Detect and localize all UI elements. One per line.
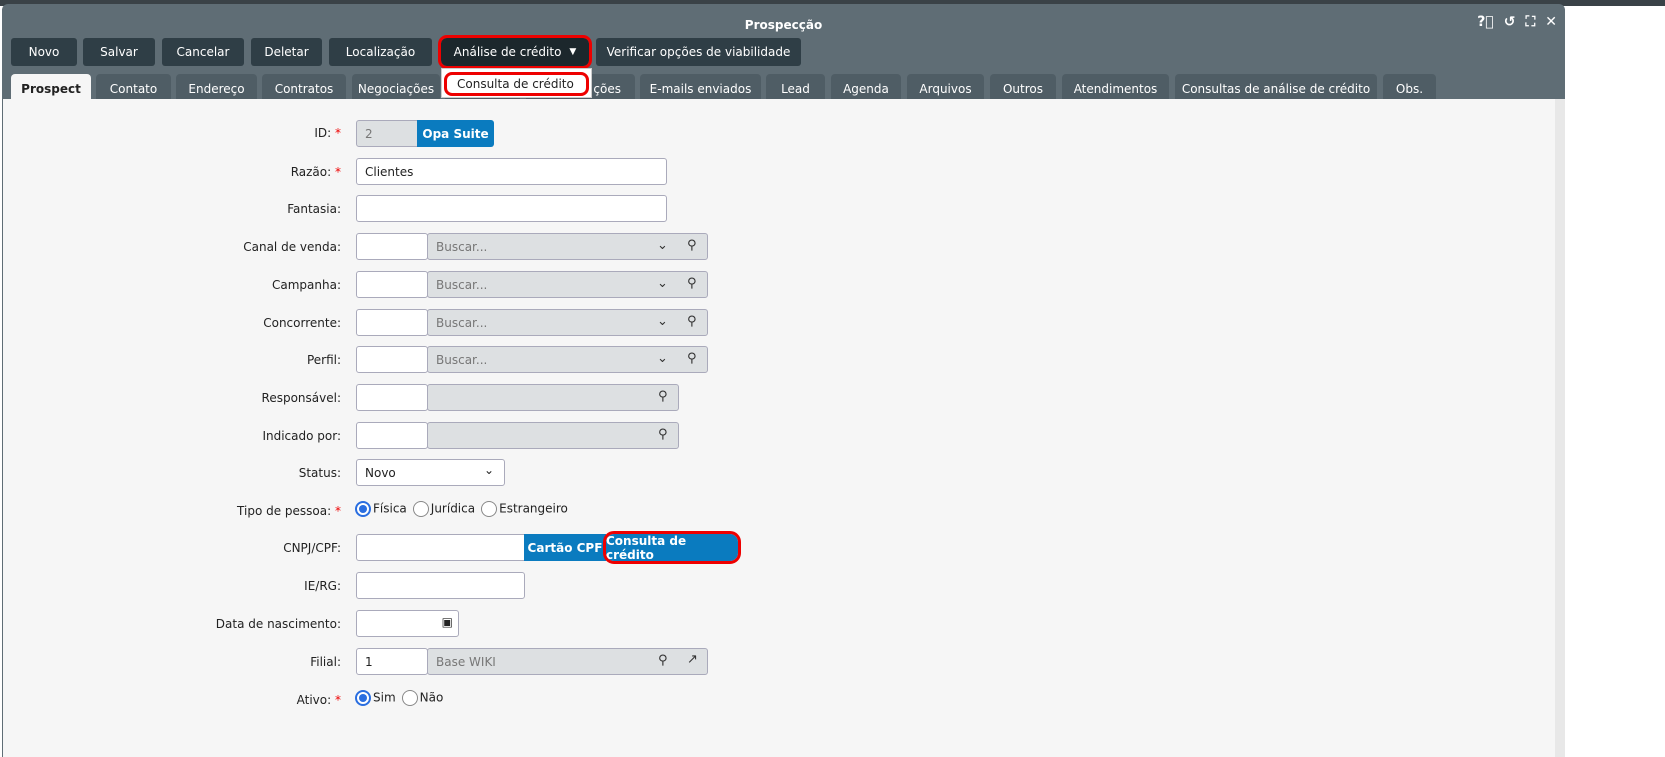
responsavel-code-input[interactable] bbox=[356, 384, 428, 411]
responsavel-name bbox=[427, 384, 679, 411]
consulta-credito-button[interactable]: Consulta de crédito bbox=[603, 531, 741, 564]
radio-sim[interactable]: Sim bbox=[355, 690, 396, 706]
status-select[interactable]: Novo ⌄ bbox=[356, 459, 505, 486]
close-icon[interactable]: ✕ bbox=[1545, 14, 1557, 30]
external-link-icon[interactable]: ↗ bbox=[687, 652, 698, 667]
analise-credito-button[interactable]: Análise de crédito ▼ bbox=[438, 35, 592, 69]
history-icon[interactable]: ↺ bbox=[1504, 14, 1516, 30]
search-icon[interactable]: ⚲ bbox=[687, 314, 697, 329]
chevron-down-icon[interactable]: ⌄ bbox=[657, 351, 668, 366]
razao-label: Razão: * bbox=[290, 165, 341, 179]
canal-label: Canal de venda: bbox=[243, 240, 341, 254]
perfil-code-input[interactable] bbox=[356, 346, 428, 373]
ativo-radio-group: Sim Não bbox=[355, 690, 443, 706]
ativo-label: Ativo: * bbox=[296, 693, 341, 707]
salvar-button[interactable]: Salvar bbox=[83, 38, 155, 66]
prospect-window: Prospecção ?⃝ ↺ ⛶ ✕ Novo Salvar Cancelar… bbox=[2, 4, 1565, 757]
fantasia-input[interactable] bbox=[356, 195, 667, 222]
razao-input[interactable]: Clientes bbox=[356, 158, 667, 185]
search-icon[interactable]: ⚲ bbox=[658, 427, 668, 442]
search-icon[interactable]: ⚲ bbox=[687, 238, 697, 253]
filial-code-input[interactable]: 1 bbox=[356, 648, 428, 675]
campanha-code-input[interactable] bbox=[356, 271, 428, 298]
search-icon[interactable]: ⚲ bbox=[658, 389, 668, 404]
tipo-pessoa-radio-group: Física Jurídica Estrangeiro bbox=[355, 501, 568, 517]
analise-dropdown-menu: Consulta de crédito bbox=[441, 68, 592, 98]
concorrente-label: Concorrente: bbox=[263, 316, 341, 330]
form-panel bbox=[3, 99, 1555, 757]
calendar-icon[interactable]: ▣ bbox=[442, 615, 453, 629]
caret-down-icon: ▼ bbox=[569, 47, 577, 57]
search-icon[interactable]: ⚲ bbox=[687, 276, 697, 291]
ie-rg-input[interactable] bbox=[356, 572, 525, 599]
tipo-pessoa-label: Tipo de pessoa: * bbox=[237, 504, 341, 518]
fullscreen-icon[interactable]: ⛶ bbox=[1525, 14, 1535, 30]
nascimento-input[interactable]: ▣ bbox=[356, 610, 459, 637]
indicado-code-input[interactable] bbox=[356, 422, 428, 449]
cartao-cpf-button[interactable]: Cartão CPF bbox=[524, 534, 606, 561]
opa-suite-button[interactable]: Opa Suite bbox=[417, 120, 494, 147]
search-icon[interactable]: ⚲ bbox=[687, 351, 697, 366]
scrollbar[interactable] bbox=[1555, 99, 1565, 757]
localizacao-button[interactable]: Localização bbox=[329, 38, 432, 66]
chevron-down-icon[interactable]: ⌄ bbox=[657, 276, 668, 291]
ie-rg-label: IE/RG: bbox=[304, 579, 341, 593]
canal-code-input[interactable] bbox=[356, 233, 428, 260]
novo-button[interactable]: Novo bbox=[11, 38, 77, 66]
id-label: ID: * bbox=[314, 126, 341, 140]
nascimento-label: Data de nascimento: bbox=[215, 617, 341, 631]
radio-estrangeiro[interactable]: Estrangeiro bbox=[481, 501, 568, 517]
filial-label: Filial: bbox=[310, 655, 341, 669]
concorrente-code-input[interactable] bbox=[356, 309, 428, 336]
deletar-button[interactable]: Deletar bbox=[251, 38, 322, 66]
chevron-down-icon: ⌄ bbox=[483, 463, 494, 477]
radio-fisica[interactable]: Física bbox=[355, 501, 407, 517]
cnpj-input[interactable] bbox=[356, 534, 526, 561]
menu-item-consulta-credito[interactable]: Consulta de crédito bbox=[444, 72, 589, 96]
status-label: Status: bbox=[298, 466, 341, 480]
search-icon[interactable]: ⚲ bbox=[658, 653, 668, 668]
window-title: Prospecção bbox=[744, 18, 823, 32]
radio-juridica[interactable]: Jurídica bbox=[412, 501, 475, 517]
campanha-label: Campanha: bbox=[272, 278, 341, 292]
perfil-label: Perfil: bbox=[306, 353, 341, 367]
fantasia-label: Fantasia: bbox=[287, 202, 341, 216]
chevron-down-icon[interactable]: ⌄ bbox=[657, 314, 668, 329]
chevron-down-icon[interactable]: ⌄ bbox=[657, 238, 668, 253]
id-field: 2 bbox=[356, 120, 420, 147]
indicado-label: Indicado por: bbox=[262, 429, 341, 443]
cancelar-button[interactable]: Cancelar bbox=[162, 38, 244, 66]
indicado-name bbox=[427, 422, 679, 449]
cnpj-label: CNPJ/CPF: bbox=[283, 541, 341, 555]
verificar-viabilidade-button[interactable]: Verificar opções de viabilidade bbox=[596, 38, 801, 66]
responsavel-label: Responsável: bbox=[261, 391, 341, 405]
help-icon[interactable]: ?⃝ bbox=[1477, 14, 1494, 30]
radio-nao[interactable]: Não bbox=[401, 690, 443, 706]
